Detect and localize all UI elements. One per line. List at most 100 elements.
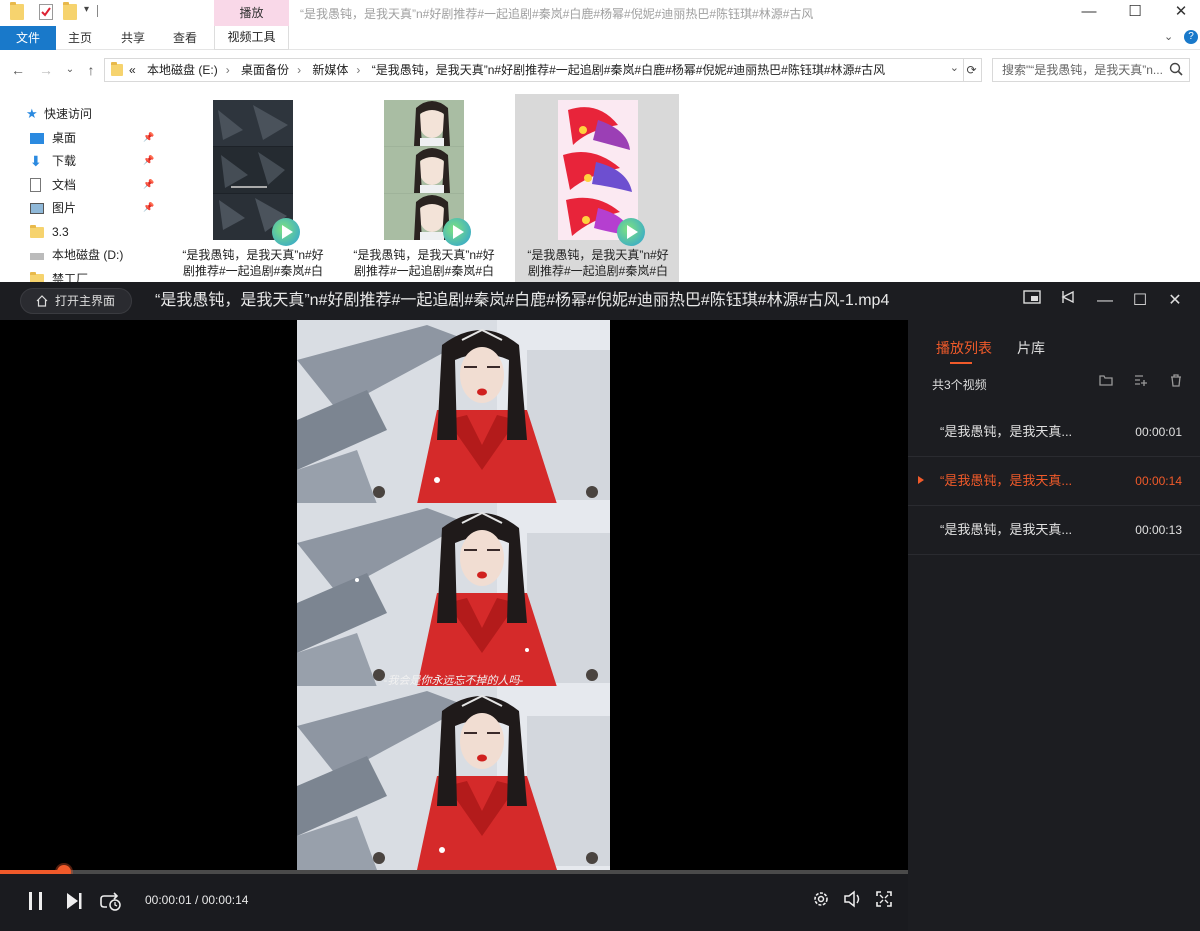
download-icon: ⬇ — [30, 153, 42, 169]
close-button[interactable]: ✕ — [1163, 289, 1187, 313]
settings-gear-icon[interactable] — [809, 890, 833, 914]
active-tab-indicator — [950, 362, 972, 364]
tab-view[interactable]: 查看 — [173, 26, 197, 50]
pause-icon[interactable] — [24, 890, 48, 914]
folder-icon — [30, 272, 44, 282]
playlist-item-name: “是我愚钝，是我天真... — [940, 424, 1073, 439]
properties-icon[interactable] — [39, 4, 53, 20]
back-arrow-icon[interactable]: ← — [8, 58, 28, 82]
up-arrow-icon[interactable]: ↑ — [81, 58, 101, 82]
sidebar-item-label: 本地磁盘 (D:) — [52, 248, 124, 262]
maximize-button[interactable]: ☐ — [1112, 0, 1158, 26]
fullscreen-icon[interactable] — [872, 890, 896, 914]
sidebar-item-label: 3.3 — [52, 225, 69, 239]
playlist-item-current[interactable]: “是我愚钝，是我天真... 00:00:14 — [908, 457, 1200, 506]
playlist-item-duration: 00:00:14 — [1135, 474, 1182, 488]
tab-video-tools[interactable]: 视频工具 — [214, 26, 289, 50]
recent-dropdown-icon[interactable]: ⌄ — [60, 58, 80, 82]
playlist-item-duration: 00:00:13 — [1135, 523, 1182, 537]
add-to-list-icon[interactable] — [1133, 374, 1149, 390]
separator — [97, 5, 98, 17]
file-item[interactable]: “是我愚钝，是我天真”n#好剧推荐#一起追剧#秦岚#白 — [341, 94, 505, 282]
breadcrumb-new-media[interactable]: 新媒体 — [312, 63, 348, 77]
breadcrumb-drive-e[interactable]: 本地磁盘 (E:) — [147, 63, 218, 77]
forward-arrow-icon[interactable]: → — [36, 58, 56, 82]
open-folder-icon[interactable] — [1098, 374, 1114, 390]
video-title: “是我愚钝，是我天真”n#好剧推荐#一起追剧#秦岚#白鹿#杨幂#倪妮#迪丽热巴#… — [155, 292, 890, 309]
minimize-button[interactable]: — — [1066, 0, 1112, 26]
tab-home[interactable]: 主页 — [68, 26, 92, 50]
next-icon[interactable] — [62, 890, 86, 914]
delete-trash-icon[interactable] — [1168, 374, 1184, 390]
video-viewport[interactable]: -我会是你永远忘不掉的人吗- — [0, 320, 908, 870]
volume-icon[interactable] — [841, 890, 865, 914]
pin-on-top-icon[interactable] — [1056, 289, 1080, 313]
file-item-selected[interactable]: “是我愚钝，是我天真”n#好剧推荐#一起追剧#秦岚#白 — [515, 94, 679, 282]
quick-access-dropdown-icon[interactable]: ▾ — [84, 4, 89, 15]
home-button-label: 打开主界面 — [55, 294, 116, 308]
tab-share[interactable]: 共享 — [121, 26, 145, 50]
navigation-pane: ★ 快速访问 桌面 📌 ⬇ 下载 📌 文档 📌 图片 📌 3.3 本地磁盘 (D… — [0, 100, 160, 282]
tab-library[interactable]: 片库 — [1017, 338, 1045, 358]
video-player-window: 打开主界面 “是我愚钝，是我天真”n#好剧推荐#一起追剧#秦岚#白鹿#杨幂#倪妮… — [0, 282, 1200, 931]
minimize-button[interactable]: — — [1093, 289, 1117, 313]
pin-icon[interactable]: 📌 — [143, 132, 154, 143]
file-item[interactable]: “是我愚钝，是我天真”n#好剧推荐#一起追剧#秦岚#白 — [170, 94, 334, 282]
breadcrumb-backup[interactable]: 桌面备份 — [241, 63, 289, 77]
pin-icon[interactable]: 📌 — [143, 179, 154, 190]
pictures-icon — [30, 203, 44, 214]
star-icon: ★ — [26, 106, 38, 121]
player-app-icon — [443, 218, 471, 246]
pin-icon[interactable]: 📌 — [143, 155, 154, 166]
open-home-button[interactable]: 打开主界面 — [20, 288, 132, 314]
tab-file[interactable]: 文件 — [0, 26, 56, 50]
playlist-item-name: “是我愚钝，是我天真... — [940, 473, 1073, 488]
context-tab-play[interactable]: 播放 — [214, 0, 289, 26]
pin-icon[interactable]: 📌 — [143, 202, 154, 213]
tab-playlist[interactable]: 播放列表 — [936, 338, 992, 358]
file-name: “是我愚钝，是我天真”n#好剧推荐#一起追剧#秦岚#白 — [182, 248, 324, 278]
loop-timer-icon[interactable] — [99, 890, 123, 914]
file-name: “是我愚钝，是我天真”n#好剧推荐#一起追剧#秦岚#白 — [527, 248, 669, 278]
breadcrumb-current-folder[interactable]: “是我愚钝，是我天真”n#好剧推荐#一起追剧#秦岚#白鹿#杨幂#倪妮#迪丽热巴#… — [372, 63, 885, 77]
folder-icon — [30, 225, 44, 238]
expand-ribbon-icon[interactable]: ⌄ — [1164, 30, 1173, 43]
playlist-panel: 播放列表 片库 共3个视频 “是我愚钝，是我天真... 00:00:01 “是我… — [908, 320, 1200, 931]
folder-icon — [111, 62, 123, 76]
help-icon[interactable]: ? — [1184, 30, 1198, 44]
sidebar-item-label: 快速访问 — [44, 107, 93, 121]
maximize-button[interactable]: ☐ — [1128, 289, 1152, 313]
mini-mode-icon[interactable] — [1020, 289, 1044, 313]
sidebar-item-label: 文档 — [52, 178, 77, 192]
breadcrumb-overflow[interactable]: « — [129, 63, 136, 77]
home-icon — [36, 295, 48, 307]
player-titlebar: 打开主界面 “是我愚钝，是我天真”n#好剧推荐#一起追剧#秦岚#白鹿#杨幂#倪妮… — [0, 282, 1200, 320]
document-icon — [30, 178, 41, 192]
breadcrumb: « 本地磁盘 (E:) › 桌面备份 › 新媒体 › “是我愚钝，是我天真”n#好剧推… — [129, 63, 886, 77]
video-subtitle: -我会是你永远忘不掉的人吗- — [383, 674, 524, 687]
sidebar-item-label: 桌面 — [52, 131, 77, 145]
sidebar-item-label: 禁工厂 — [52, 272, 89, 282]
now-playing-icon — [918, 476, 924, 484]
sidebar-item-label: 下载 — [52, 154, 77, 168]
playlist-item[interactable]: “是我愚钝，是我天真... 00:00:01 — [908, 408, 1200, 457]
window-title: “是我愚钝，是我天真”n#好剧推荐#一起追剧#秦岚#白鹿#杨幂#倪妮#迪丽热巴#… — [300, 7, 814, 21]
explorer-titlebar: ▾ 播放 “是我愚钝，是我天真”n#好剧推荐#一起追剧#秦岚#白鹿#杨幂#倪妮#… — [0, 0, 1200, 26]
file-explorer-window: ▾ 播放 “是我愚钝，是我天真”n#好剧推荐#一起追剧#秦岚#白鹿#杨幂#倪妮#… — [0, 0, 1200, 282]
playback-controls: 00:00:01 / 00:00:14 — [0, 874, 908, 931]
address-bar[interactable]: « 本地磁盘 (E:) › 桌面备份 › 新媒体 › “是我愚钝，是我天真”n#好剧推… — [104, 58, 964, 82]
address-dropdown-icon[interactable]: ⌄ — [950, 61, 959, 74]
refresh-icon[interactable]: ⟳ — [962, 58, 982, 82]
playlist-item-duration: 00:00:01 — [1135, 425, 1182, 439]
sidebar-item-label: 图片 — [52, 201, 77, 215]
file-name: “是我愚钝，是我天真”n#好剧推荐#一起追剧#秦岚#白 — [353, 248, 495, 278]
time-display: 00:00:01 / 00:00:14 — [145, 893, 249, 907]
video-frame: -我会是你永远忘不掉的人吗- — [297, 320, 610, 870]
close-button[interactable]: ✕ — [1158, 0, 1200, 26]
playlist-item[interactable]: “是我愚钝，是我天真... 00:00:13 — [908, 506, 1200, 555]
ribbon-tabs: 文件 主页 共享 查看 视频工具 ⌄ ? — [0, 26, 1200, 50]
playlist-item-name: “是我愚钝，是我天真... — [940, 522, 1073, 537]
search-input[interactable]: 搜索"“是我愚钝，是我天真”n... — [992, 58, 1190, 82]
video-count: 共3个视频 — [932, 378, 987, 392]
new-folder-icon[interactable] — [63, 2, 77, 20]
